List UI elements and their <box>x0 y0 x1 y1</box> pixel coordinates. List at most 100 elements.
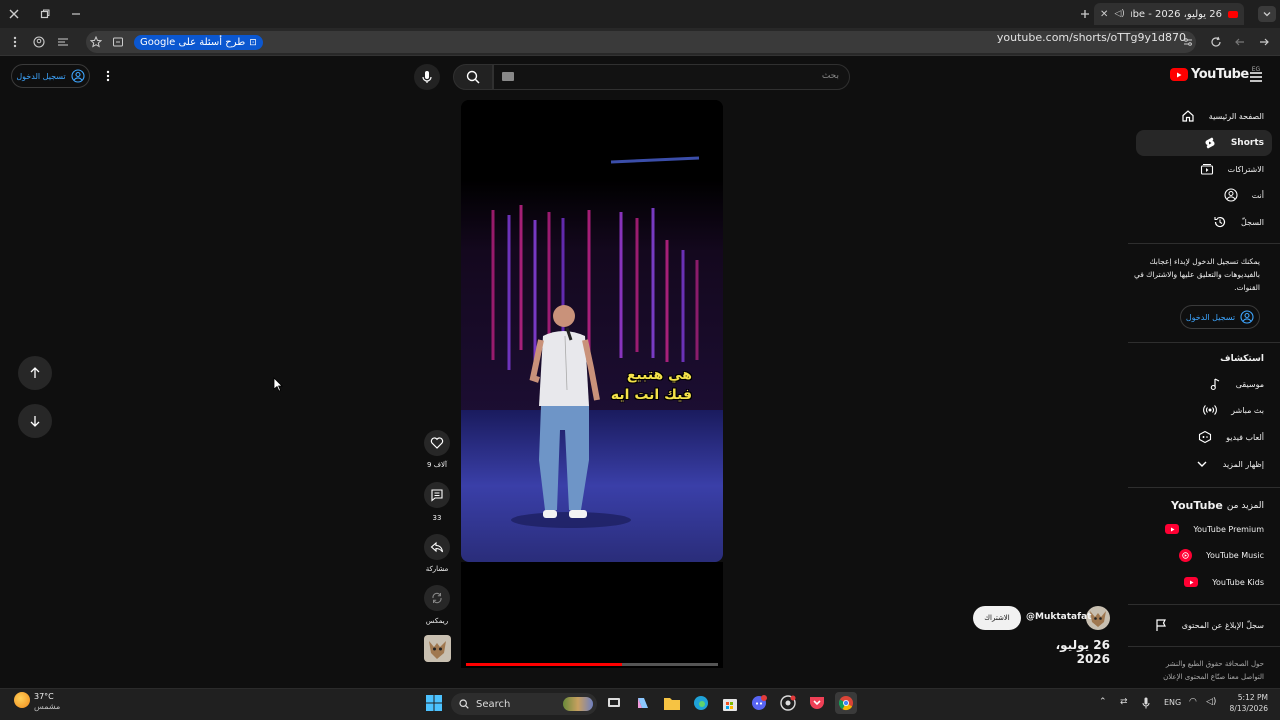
network-icon[interactable]: ⇄ <box>1120 697 1128 707</box>
restore-window-icon[interactable] <box>37 6 53 22</box>
sidebar-item-shorts[interactable]: Shorts <box>1136 130 1272 156</box>
discord-icon[interactable] <box>748 692 770 714</box>
footer-line-2[interactable]: التواصل معنا صنّاع المحتوى الإعلان <box>1128 671 1264 684</box>
sidebar-item-home[interactable]: الصفحة الرئيسية <box>1128 103 1280 129</box>
sidebar-item-label: إظهار المزيد <box>1222 459 1264 469</box>
chrome-alt-icon[interactable] <box>777 692 799 714</box>
store-icon[interactable] <box>719 692 741 714</box>
sidebar-item-music[interactable]: موسيقى <box>1128 371 1280 397</box>
volume-icon[interactable]: ◁) <box>1206 697 1216 707</box>
sidebar-item-youtube-kids[interactable]: YouTube Kids <box>1128 569 1280 595</box>
sidebar-divider <box>1128 487 1280 488</box>
sidebar-item-label: Shorts <box>1230 138 1264 148</box>
install-app-icon[interactable] <box>110 34 126 50</box>
account-icon <box>1240 310 1254 324</box>
pocket-icon[interactable] <box>806 692 828 714</box>
start-button[interactable] <box>423 692 445 714</box>
tab-audio-icon[interactable]: ◁) <box>1114 9 1124 19</box>
reload-icon[interactable] <box>1208 34 1224 50</box>
sidebar-item-label: الاشتراكات <box>1227 164 1264 174</box>
like-button[interactable] <box>424 430 450 456</box>
signin-button[interactable]: تسجيل الدخول <box>11 64 90 88</box>
explore-title: استكشاف <box>1220 354 1264 364</box>
windows-logo-icon <box>426 695 442 711</box>
browser-tab[interactable]: ✕ ◁) 26 يوليو، 2026 - YouTube <box>1094 3 1244 25</box>
footer-line-1[interactable]: حول الصحافة حقوق الطبع والنشر <box>1128 658 1264 671</box>
sidebar-item-subscriptions[interactable]: الاشتراكات <box>1128 156 1280 182</box>
channel-handle[interactable]: @Muktatafat <box>1026 612 1091 622</box>
microphone-tray-icon[interactable] <box>1142 697 1150 709</box>
share-button[interactable] <box>424 534 450 560</box>
sidebar-item-you[interactable]: أنت <box>1128 182 1280 208</box>
youtube-logo-text: YouTube <box>1191 67 1249 82</box>
sidebar-item-gaming[interactable]: ألعاب فيديو <box>1128 424 1280 450</box>
sidebar-signin-button[interactable]: تسجيل الدخول <box>1180 305 1260 329</box>
weather-temp: 37°C <box>34 692 54 701</box>
sidebar-item-history[interactable]: السجلّ <box>1128 209 1280 235</box>
copilot-icon[interactable] <box>632 692 654 714</box>
search-button[interactable] <box>453 64 493 90</box>
sidebar-item-label: السجلّ <box>1240 217 1264 227</box>
chrome-icon[interactable] <box>835 692 857 714</box>
sidebar-item-label: YouTube Music <box>1206 550 1264 560</box>
video-caption: هي هتبيع فيك انت ايه <box>596 365 692 405</box>
weather-desc: مشمس <box>34 702 61 711</box>
menu-dots-icon[interactable] <box>7 34 23 50</box>
more-from-youtube-title: المزيد من YouTube <box>1171 499 1264 512</box>
settings-dots-icon[interactable] <box>100 68 116 84</box>
signin-prompt: يمكنك تسجيل الدخول لإبداء إعجابك بالفيدي… <box>1133 257 1260 292</box>
file-explorer-icon[interactable] <box>661 692 683 714</box>
weather-widget[interactable]: 37°C مشمس <box>34 692 60 712</box>
comments-button[interactable] <box>424 482 450 508</box>
next-short-button[interactable] <box>18 404 52 438</box>
previous-short-button[interactable] <box>18 356 52 390</box>
weather-icon[interactable] <box>14 692 30 708</box>
live-icon <box>1203 405 1217 415</box>
minimize-window-icon[interactable] <box>68 6 84 22</box>
tray-overflow-icon[interactable]: ⌃ <box>1099 697 1107 707</box>
subscribe-button[interactable]: الاشتراك <box>973 606 1021 630</box>
url-text[interactable]: youtube.com/shorts/oTTg9y1d870 <box>997 31 1186 44</box>
youtube-logo-region: EG <box>1251 66 1261 73</box>
remix-button[interactable] <box>424 585 450 611</box>
sound-thumbnail[interactable] <box>424 635 451 662</box>
taskbar-search[interactable]: Search <box>451 693 597 715</box>
customize-icon[interactable] <box>55 34 71 50</box>
tab-search-icon[interactable] <box>1258 6 1276 22</box>
sidebar-item-live[interactable]: بث مباشر <box>1128 397 1280 423</box>
new-tab-icon[interactable] <box>1077 6 1093 22</box>
ask-google-button[interactable]: ⊡ طرح أسئلة على Google <box>134 35 263 50</box>
sidebar-item-youtube-premium[interactable]: YouTube Premium <box>1128 516 1280 542</box>
caption-line-2: فيك انت ايه <box>610 387 692 403</box>
youtube-logo-icon <box>1170 68 1188 81</box>
wifi-icon[interactable]: ◠ <box>1189 697 1197 707</box>
clock[interactable]: 5:12 PM 8/13/2026 <box>1224 692 1268 714</box>
keyboard-icon[interactable] <box>502 72 514 81</box>
short-video-player[interactable]: هي هتبيع فيك انت ايه <box>461 100 723 562</box>
sidebar-footer-links[interactable]: حول الصحافة حقوق الطبع والنشر التواصل مع… <box>1128 658 1264 684</box>
sidebar-item-youtube-music[interactable]: YouTube Music <box>1128 542 1280 568</box>
edge-icon[interactable] <box>690 692 712 714</box>
share-label: مشاركة <box>425 565 449 573</box>
search-input[interactable]: بحث <box>493 64 850 90</box>
taskbar-search-label: Search <box>476 698 511 710</box>
sidebar-item-show-more[interactable]: إظهار المزيد <box>1128 451 1280 477</box>
sidebar-item-label: الصفحة الرئيسية <box>1208 111 1264 121</box>
bookmark-star-icon[interactable] <box>88 34 104 50</box>
tab-close-icon[interactable]: ✕ <box>1100 9 1108 20</box>
sidebar-item-report-history[interactable]: سجلّ الإبلاغ عن المحتوى <box>1128 612 1280 638</box>
short-date: 26 يوليو، 2026 <box>1055 638 1110 666</box>
search-icon <box>466 70 480 84</box>
more-from-brand: YouTube <box>1171 499 1223 512</box>
voice-search-button[interactable] <box>414 64 440 90</box>
arrow-up-icon <box>30 367 40 378</box>
site-settings-icon[interactable] <box>1180 34 1196 50</box>
back-icon[interactable] <box>1256 34 1272 50</box>
close-window-icon[interactable] <box>6 6 22 22</box>
language-indicator[interactable]: ENG <box>1164 698 1181 707</box>
profile-icon[interactable] <box>31 34 47 50</box>
task-view-icon[interactable] <box>603 692 625 714</box>
search-highlight-icon <box>563 697 593 711</box>
forward-icon[interactable] <box>1232 34 1248 50</box>
youtube-logo[interactable]: YouTube EG <box>1170 66 1261 82</box>
